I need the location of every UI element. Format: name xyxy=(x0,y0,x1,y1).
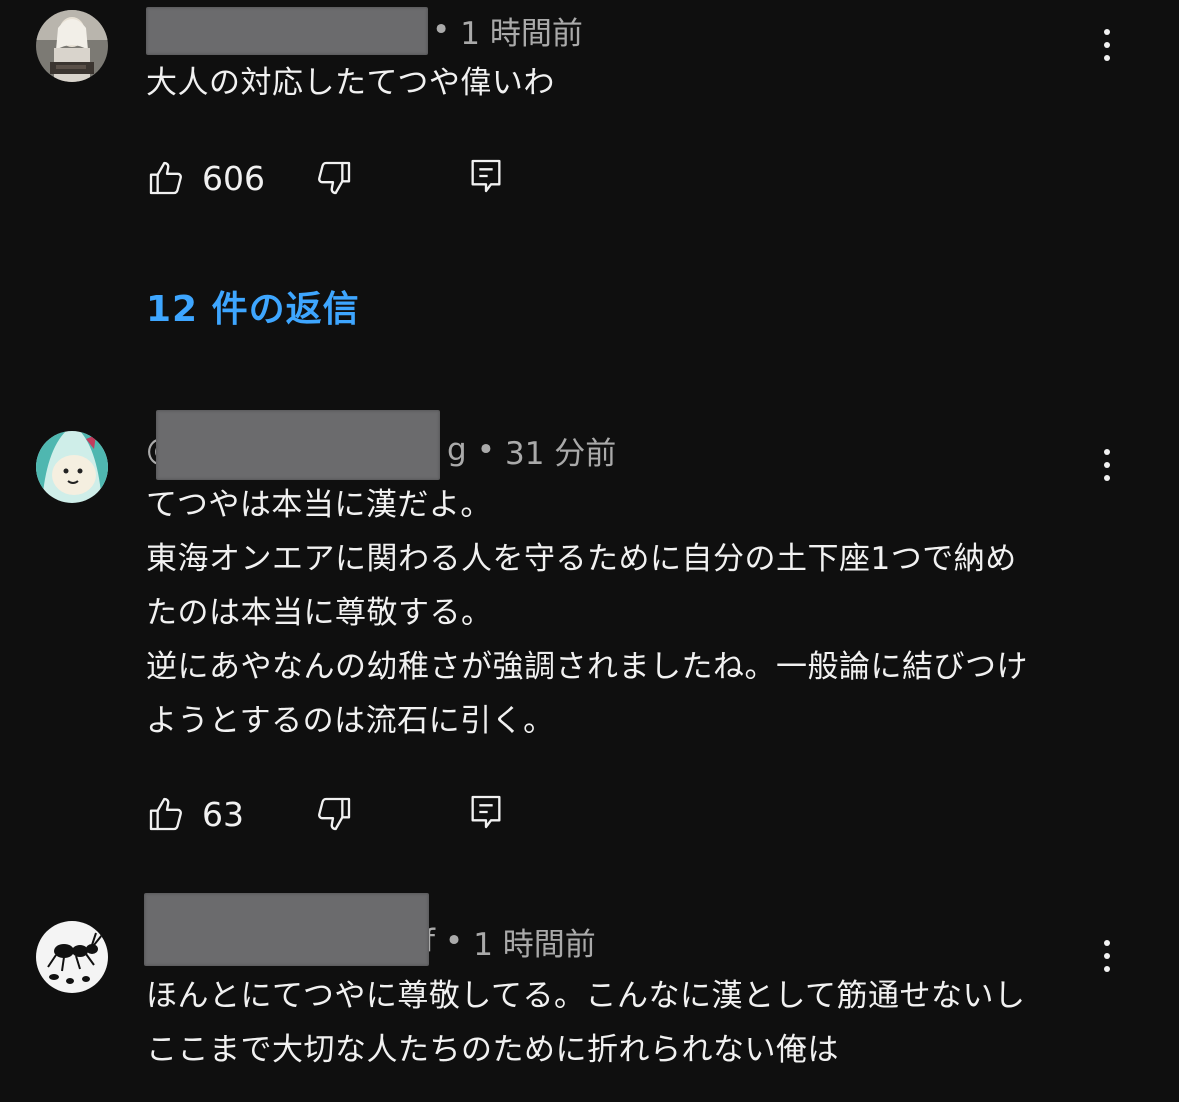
reply-comment-icon xyxy=(471,159,501,193)
comment-actions: 63 xyxy=(146,790,506,838)
thumbs-down-icon xyxy=(318,797,351,831)
comment-text: 大人の対応したてつや偉いわ xyxy=(146,65,555,101)
redacted-username xyxy=(156,410,440,480)
meta-separator: • xyxy=(476,432,495,468)
comment-text: ほんとにてつやに尊敬してる。こんなに漢として筋通せないし ここまで大切な人たちの… xyxy=(146,978,1026,1068)
dislike-button[interactable] xyxy=(314,794,466,834)
reply-comment-icon xyxy=(471,795,501,829)
user-avatar[interactable] xyxy=(36,431,108,503)
comment-meta: • 1 時間前 xyxy=(146,6,583,55)
user-avatar[interactable] xyxy=(36,10,108,82)
view-replies-link[interactable]: 12 件の返信 xyxy=(146,280,360,332)
meta-separator: • xyxy=(432,12,451,48)
like-count: 606 xyxy=(202,158,265,198)
reply-button[interactable] xyxy=(466,792,506,836)
dislike-button[interactable] xyxy=(314,158,466,198)
thumbs-up-icon xyxy=(149,161,182,195)
meta-separator: • xyxy=(444,923,464,959)
thumbs-down-icon xyxy=(318,161,351,195)
thumbs-up-icon xyxy=(149,797,182,831)
comment-text: てつやは本当に漢だよ。 東海オンエアに関わる人を守るために自分の土下座1つで納め… xyxy=(146,487,1028,739)
redacted-username xyxy=(144,893,429,966)
comment-timestamp: 1 時間前 xyxy=(473,926,596,963)
comment-timestamp: 1 時間前 xyxy=(460,15,583,52)
like-count: 63 xyxy=(202,794,244,834)
comment-timestamp: 31 分前 xyxy=(504,435,617,472)
like-button[interactable]: 606 xyxy=(146,158,314,198)
comment-actions: 606 xyxy=(146,154,506,202)
user-avatar[interactable] xyxy=(36,921,108,993)
like-button[interactable]: 63 xyxy=(146,794,314,834)
reply-button[interactable] xyxy=(466,156,506,200)
username-end: g xyxy=(447,432,467,468)
redacted-username xyxy=(146,7,428,55)
